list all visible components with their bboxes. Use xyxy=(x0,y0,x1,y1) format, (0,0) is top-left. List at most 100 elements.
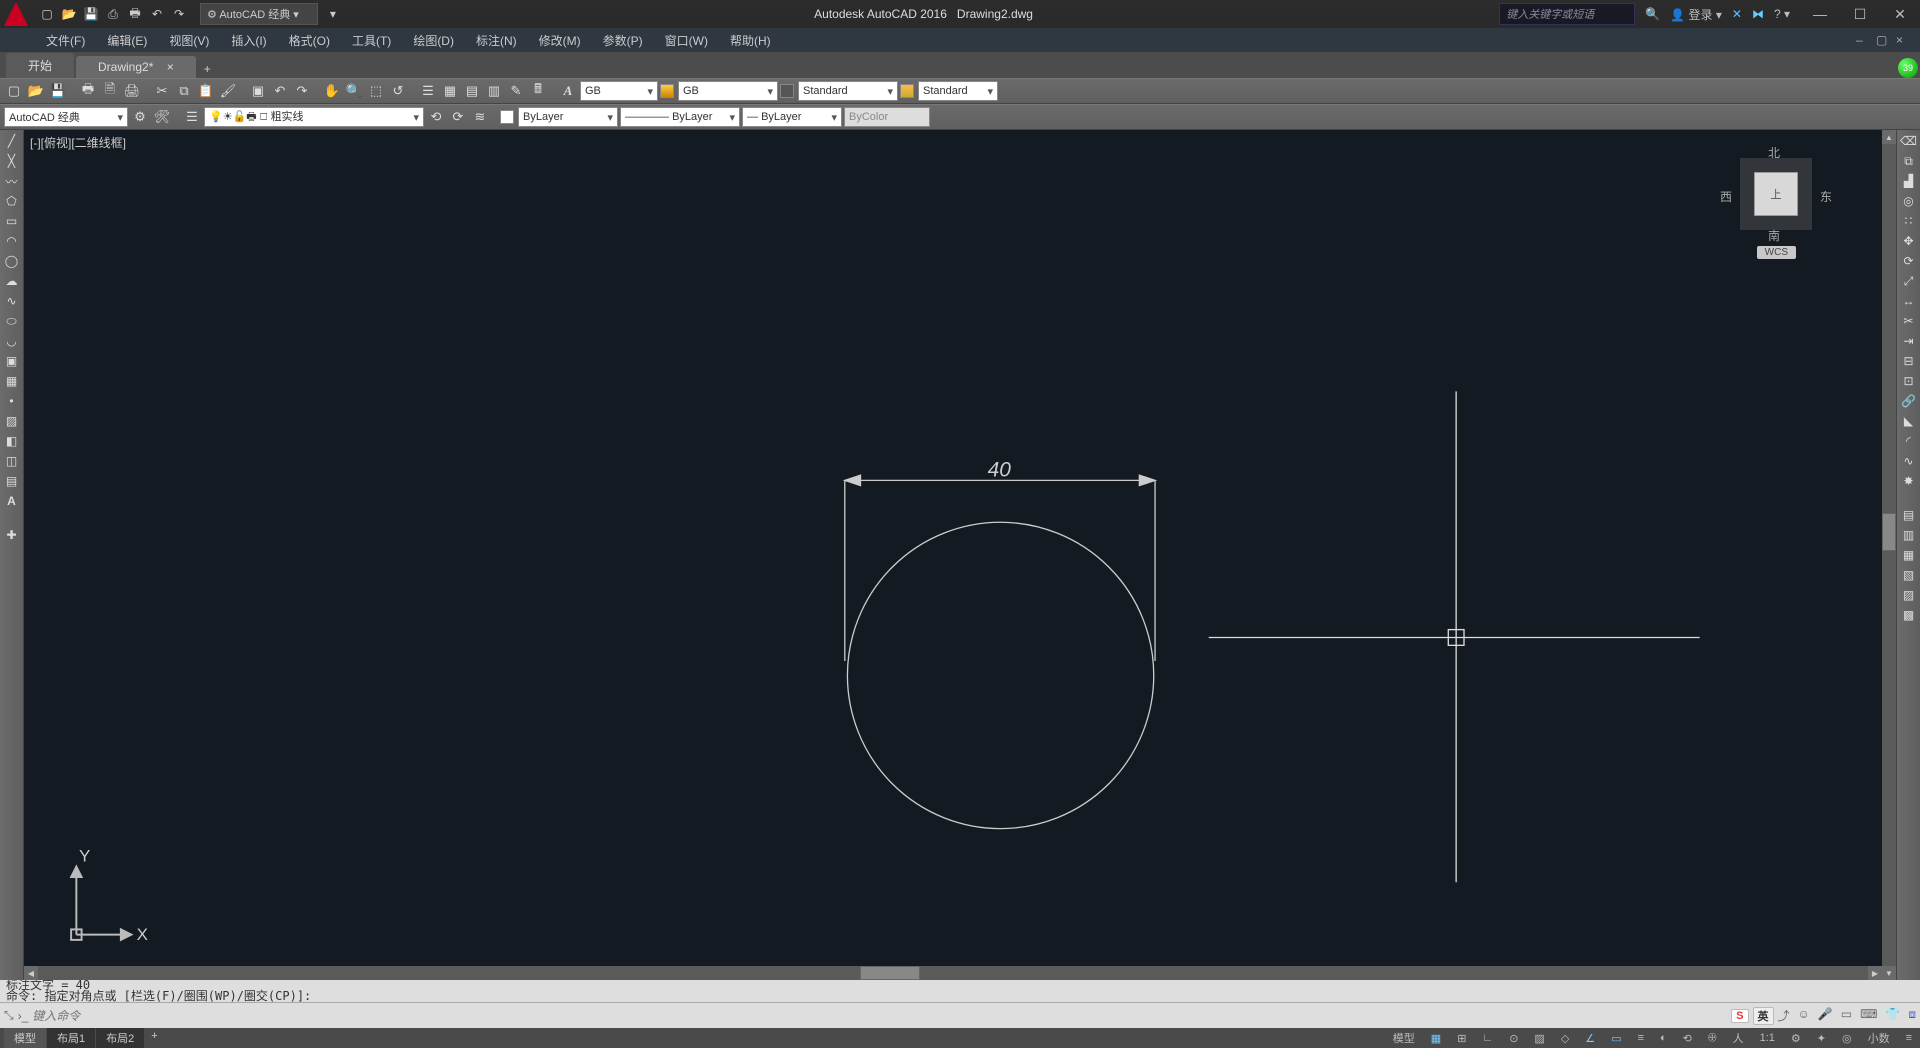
trim-icon[interactable]: ✂ xyxy=(1899,312,1919,330)
app-logo-icon[interactable] xyxy=(4,2,28,26)
explode-icon[interactable]: ✸ xyxy=(1899,472,1919,490)
viewcube-west[interactable]: 西 xyxy=(1720,188,1732,205)
workspace-combo-2[interactable]: AutoCAD 经典▾ xyxy=(4,107,128,127)
tray-icon-2[interactable]: ☺ xyxy=(1798,1007,1810,1024)
grid-toggle-icon[interactable]: ▦ xyxy=(1427,1032,1445,1045)
transparency-icon[interactable]: ◐ xyxy=(1656,1032,1671,1044)
ime-language[interactable]: 英 xyxy=(1753,1007,1774,1025)
redo-icon[interactable]: ↷ xyxy=(170,5,188,23)
markup-icon[interactable]: ✎ xyxy=(506,81,526,101)
drawing-order-icon[interactable]: ▤ xyxy=(1899,506,1919,524)
gradient-icon[interactable]: ◧ xyxy=(2,432,22,450)
wcs-badge[interactable]: WCS xyxy=(1757,246,1796,259)
open-icon[interactable]: 📂 xyxy=(26,81,46,101)
plot-icon[interactable]: 🖶 xyxy=(126,5,144,23)
ucs-icon[interactable] xyxy=(71,867,131,940)
table-icon[interactable]: ▤ xyxy=(2,472,22,490)
rotate-icon[interactable]: ⟳ xyxy=(1899,252,1919,270)
ellipse-icon[interactable]: ⬭ xyxy=(2,312,22,330)
layer-properties-icon[interactable]: ☰ xyxy=(182,107,202,127)
tab-drawing2[interactable]: Drawing2* × xyxy=(76,56,196,78)
polar-toggle-icon[interactable]: ⊙ xyxy=(1505,1032,1522,1045)
zoom-realtime-icon[interactable]: 🔍 xyxy=(344,81,364,101)
move-icon[interactable]: ✥ xyxy=(1899,232,1919,250)
drawing-order-3-icon[interactable]: ▦ xyxy=(1899,546,1919,564)
lwt-toggle-icon[interactable]: ≡ xyxy=(1634,1032,1648,1044)
customize-status-icon[interactable]: ≡ xyxy=(1902,1032,1916,1044)
otrack-icon[interactable]: ▭ xyxy=(1607,1032,1625,1045)
erase-icon[interactable]: ⌫ xyxy=(1899,132,1919,150)
array-icon[interactable]: ∷ xyxy=(1899,212,1919,230)
viewcube-south[interactable]: 南 xyxy=(1768,227,1780,244)
quickcalc-icon[interactable]: 🖩 xyxy=(528,81,548,101)
toolpalettes-icon[interactable]: ▤ xyxy=(462,81,482,101)
textstyle-swatch-icon[interactable] xyxy=(660,84,674,98)
menu-help[interactable]: 帮助(H) xyxy=(720,30,781,51)
rectangle-icon[interactable]: ▭ xyxy=(2,212,22,230)
menu-draw[interactable]: 绘图(D) xyxy=(403,30,464,51)
tray-icon-7[interactable]: ⧈ xyxy=(1908,1007,1916,1024)
tray-icon-6[interactable]: 👕 xyxy=(1885,1007,1900,1024)
save-icon[interactable]: 💾 xyxy=(82,5,100,23)
workspace-dropdown[interactable]: ⚙ AutoCAD 经典 ▾ xyxy=(200,3,318,25)
construction-line-icon[interactable]: ╳ xyxy=(2,152,22,170)
minimize-button[interactable]: — xyxy=(1800,2,1840,26)
point-icon[interactable]: • xyxy=(2,392,22,410)
ellipse-arc-icon[interactable]: ◡ xyxy=(2,332,22,350)
undo-icon[interactable]: ↶ xyxy=(148,5,166,23)
addselected-icon[interactable]: ✚ xyxy=(2,526,22,544)
tray-icon-5[interactable]: ⌨ xyxy=(1860,1007,1877,1024)
layer-match-icon[interactable]: ≋ xyxy=(470,107,490,127)
dimstyle-swatch-icon[interactable] xyxy=(780,84,794,98)
cut-icon[interactable]: ✂ xyxy=(152,81,172,101)
circle-icon[interactable]: ◯ xyxy=(2,252,22,270)
menu-tools[interactable]: 工具(T) xyxy=(342,30,401,51)
menu-view[interactable]: 视图(V) xyxy=(159,30,219,51)
plot-icon[interactable]: 🖶 xyxy=(78,81,98,101)
drawing-order-2-icon[interactable]: ▥ xyxy=(1899,526,1919,544)
matchprop-icon[interactable]: 🖌 xyxy=(218,81,238,101)
redo-icon[interactable]: ↷ xyxy=(292,81,312,101)
block-editor-icon[interactable]: ▣ xyxy=(248,81,268,101)
offset-icon[interactable]: ◎ xyxy=(1899,192,1919,210)
menu-insert[interactable]: 插入(I) xyxy=(221,30,276,51)
mdi-restore-button[interactable]: ▢ xyxy=(1876,33,1892,47)
stretch-icon[interactable]: ↔ xyxy=(1899,292,1919,310)
menu-window[interactable]: 窗口(W) xyxy=(655,30,718,51)
lineweight-combo[interactable]: — ByLayer▾ xyxy=(742,107,842,127)
tab-layout2[interactable]: 布局2 xyxy=(96,1028,144,1048)
trial-badge[interactable]: 39 xyxy=(1898,58,1918,78)
arc-icon[interactable]: ◠ xyxy=(2,232,22,250)
insert-block-icon[interactable]: ▣ xyxy=(2,352,22,370)
vertical-scrollbar[interactable]: ▲ ▼ xyxy=(1882,130,1896,980)
hscroll-thumb[interactable] xyxy=(860,966,920,980)
textstyle-combo-1[interactable]: GB▾ xyxy=(580,81,658,101)
layer-previous-icon[interactable]: ⟳ xyxy=(448,107,468,127)
tab-start[interactable]: 开始 xyxy=(6,53,74,78)
help-icon[interactable]: ? ▾ xyxy=(1774,7,1790,21)
new-icon[interactable]: ▢ xyxy=(38,5,56,23)
zoom-window-icon[interactable]: ⬚ xyxy=(366,81,386,101)
units-label[interactable]: 小数 xyxy=(1864,1030,1894,1046)
copy-obj-icon[interactable]: ⧉ xyxy=(1899,152,1919,170)
snap-toggle-icon[interactable]: ⊞ xyxy=(1453,1032,1470,1045)
linetype-combo[interactable]: ———— ByLayer▾ xyxy=(620,107,740,127)
annomonitor-icon[interactable]: 🕀 xyxy=(1704,1032,1721,1045)
sheetset-icon[interactable]: ▥ xyxy=(484,81,504,101)
horizontal-scrollbar[interactable]: ◀ ▶ xyxy=(24,966,1882,980)
zoom-previous-icon[interactable]: ↺ xyxy=(388,81,408,101)
pan-icon[interactable]: ✋ xyxy=(322,81,342,101)
scale-icon[interactable]: ⤢ xyxy=(1899,272,1919,290)
drawing-order-5-icon[interactable]: ▨ xyxy=(1899,586,1919,604)
extend-icon[interactable]: ⇥ xyxy=(1899,332,1919,350)
color-combo[interactable]: ByLayer▾ xyxy=(518,107,618,127)
isolate-icon[interactable]: ◎ xyxy=(1838,1032,1856,1045)
ime-indicator[interactable]: S xyxy=(1731,1009,1748,1023)
viewcube-east[interactable]: 东 xyxy=(1820,188,1832,205)
revcloud-icon[interactable]: ☁ xyxy=(2,272,22,290)
layer-make-current-icon[interactable]: ⟲ xyxy=(426,107,446,127)
scroll-left-icon[interactable]: ◀ xyxy=(24,966,38,980)
mirror-icon[interactable]: ▟ xyxy=(1899,172,1919,190)
exchange-icon[interactable]: ✕ xyxy=(1732,7,1742,21)
copy-icon[interactable]: ⧉ xyxy=(174,81,194,101)
